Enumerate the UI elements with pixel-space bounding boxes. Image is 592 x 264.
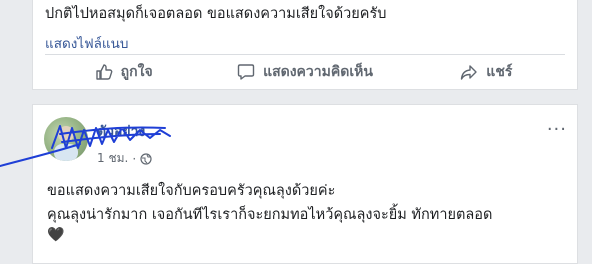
actions-divider bbox=[45, 54, 565, 55]
like-button[interactable]: ถูกใจ bbox=[33, 56, 214, 88]
like-label: ถูกใจ bbox=[120, 64, 153, 80]
comment-label: แสดงความคิดเห็น bbox=[263, 64, 373, 80]
top-post-card: ปกติไปหอสมุดก็เจอตลอด ขอแสดงความเสียใจด้… bbox=[32, 0, 578, 90]
comment-line-1: ขอแสดงความเสียใจกับครอบครัวคุณลุงด้วยค่ะ bbox=[47, 183, 336, 199]
share-button[interactable]: แชร์ bbox=[396, 56, 577, 88]
timestamp[interactable]: 1 ชม. bbox=[97, 149, 128, 168]
avatar[interactable] bbox=[44, 117, 88, 161]
more-options-button[interactable]: ··· bbox=[547, 119, 567, 140]
thumbs-up-icon bbox=[95, 64, 113, 80]
post-text: ปกติไปหอสมุดก็เจอตลอด ขอแสดงความเสียใจด้… bbox=[45, 6, 387, 22]
share-label: แชร์ bbox=[486, 64, 513, 80]
post-meta: 1 ชม. · bbox=[97, 149, 152, 168]
globe-icon bbox=[140, 152, 152, 165]
share-arrow-icon bbox=[461, 65, 477, 80]
comment-button[interactable]: แสดงความคิดเห็น bbox=[214, 56, 395, 88]
black-heart-emoji: 🖤 bbox=[47, 227, 65, 243]
comment-line-2: คุณลุงน่ารักมาก เจอกันทีไรเราก็จะยกมทอไห… bbox=[47, 207, 493, 223]
meta-separator: · bbox=[132, 151, 137, 166]
speech-bubble-icon bbox=[237, 64, 255, 80]
avatar-photo-icon bbox=[54, 126, 78, 161]
author-name[interactable]: ตัวอย่าง bbox=[97, 121, 145, 143]
view-attachment-link[interactable]: แสดงไฟล์แนบ bbox=[45, 32, 128, 54]
post-actions-bar: ถูกใจ แสดงความคิดเห็น แชร์ bbox=[33, 56, 577, 88]
comment-post-card: ตัวอย่าง 1 ชม. · ··· ขอแสดงความเสียใจกับ… bbox=[32, 104, 578, 264]
